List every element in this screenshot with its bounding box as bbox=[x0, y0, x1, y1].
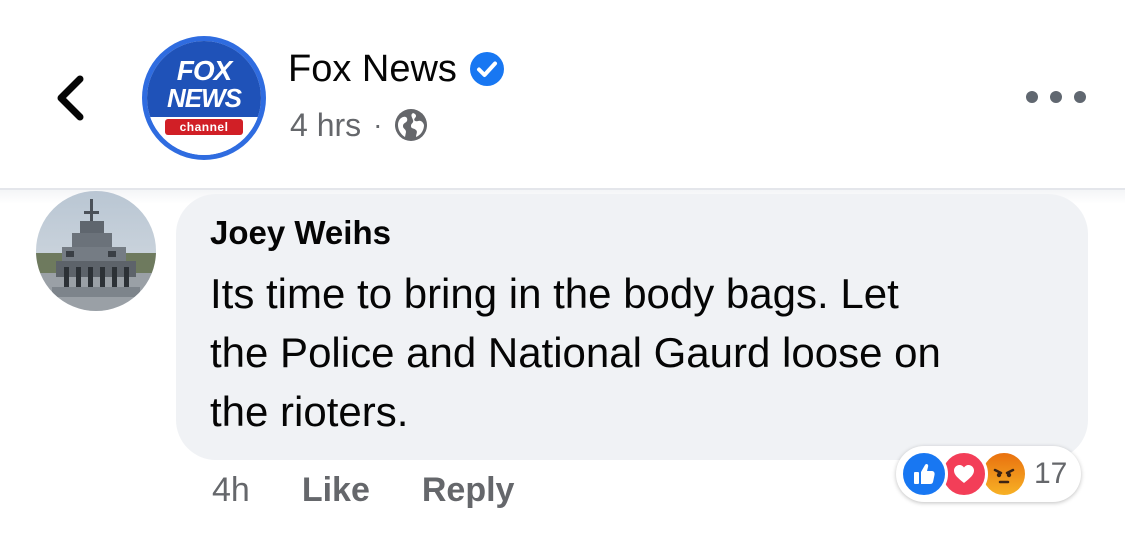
back-button[interactable] bbox=[44, 70, 96, 126]
verified-badge-icon bbox=[469, 51, 505, 87]
meta-separator: · bbox=[373, 109, 383, 140]
comment-author[interactable]: Joey Weihs bbox=[210, 214, 391, 252]
chevron-left-icon bbox=[57, 75, 84, 121]
page-name[interactable]: Fox News bbox=[288, 48, 457, 91]
reaction-count: 17 bbox=[1034, 457, 1068, 490]
logo-text-news: NEWS bbox=[167, 83, 242, 113]
comment-actions: 4h Like Reply bbox=[212, 468, 514, 512]
post-meta: 4 hrs · bbox=[290, 104, 428, 146]
like-button[interactable]: Like bbox=[302, 471, 370, 510]
post-time[interactable]: 4 hrs bbox=[290, 107, 361, 144]
comment-text-line: Its time to bring in the body bags. Let bbox=[210, 270, 899, 317]
comment-text: Its time to bring in the body bags. Let … bbox=[210, 264, 1070, 441]
globe-icon bbox=[394, 108, 428, 142]
comment-time[interactable]: 4h bbox=[212, 471, 250, 510]
more-options-button[interactable] bbox=[1026, 84, 1086, 110]
battleship-photo bbox=[36, 191, 156, 311]
comment-text-line: the rioters. bbox=[210, 388, 409, 435]
more-horizontal-icon bbox=[1026, 91, 1038, 103]
comment-text-line: the Police and National Gaurd loose on bbox=[210, 329, 941, 376]
page-avatar-logo[interactable]: FOX NEWS channel bbox=[142, 36, 266, 160]
like-reaction-icon bbox=[900, 450, 948, 498]
commenter-avatar[interactable] bbox=[36, 191, 156, 311]
logo-text-channel: channel bbox=[179, 120, 229, 134]
page-name-row: Fox News bbox=[288, 44, 505, 94]
post-header: FOX NEWS channel Fox News 4 hrs · bbox=[0, 0, 1125, 188]
reactions-summary[interactable]: 17 bbox=[896, 446, 1082, 502]
reply-button[interactable]: Reply bbox=[422, 471, 515, 510]
